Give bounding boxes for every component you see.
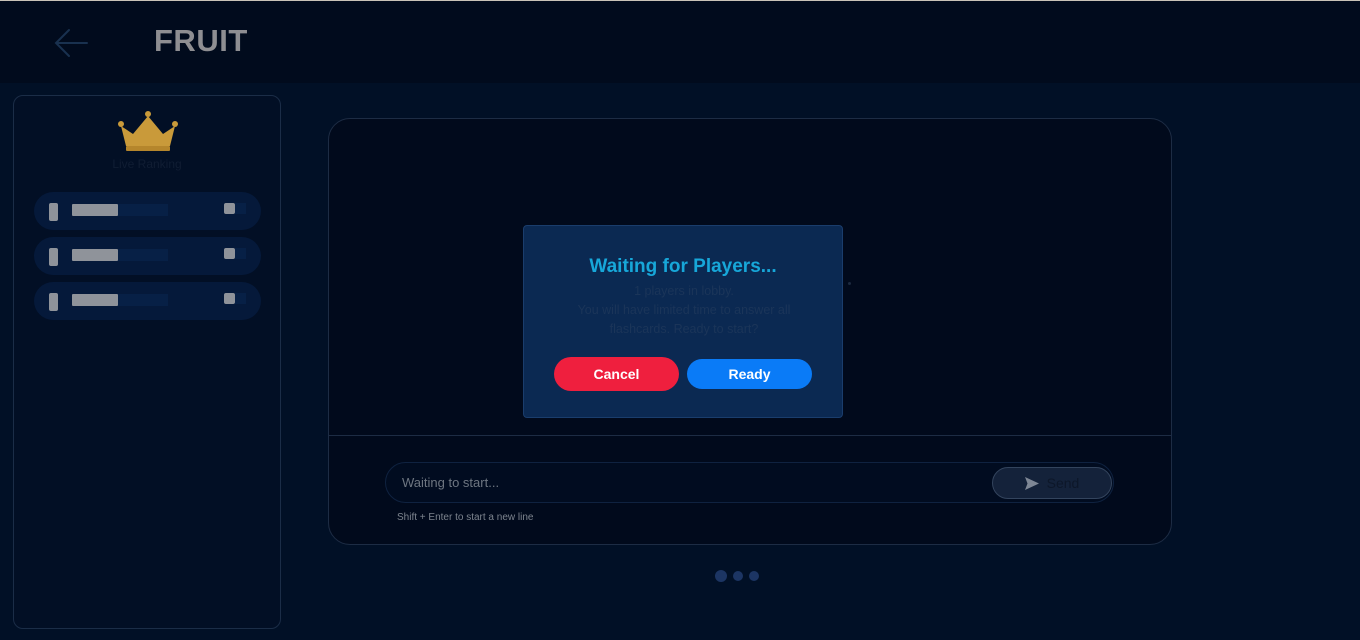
pagination-dots [715,570,759,582]
input-hint: Shift + Enter to start a new line [397,512,534,523]
ranking-label: Live Ranking [112,157,182,171]
cancel-button[interactable]: Cancel [554,357,679,391]
modal-message: 1 players in lobby. You will have limite… [554,282,814,339]
ranking-row [34,192,261,230]
rank-avatar [49,203,58,221]
modal-title: Waiting for Players... [589,256,777,277]
page-dot[interactable] [749,571,759,581]
rank-avatar [49,293,58,311]
crown-icon [118,111,178,151]
page-dot[interactable] [715,570,727,582]
modal-line: 1 players in lobby. [634,284,734,298]
rank-score-placeholder [224,203,235,214]
ranking-row [34,282,261,320]
loading-dot [848,282,851,285]
modal-line: You will have limited time to answer all [577,303,791,317]
modal-line: flashcards. Ready to start? [609,322,759,336]
chat-input-placeholder: Waiting to start... [402,475,500,490]
rank-score-bar [235,293,246,304]
arrow-left-icon [54,29,88,57]
rank-score-placeholder [224,293,235,304]
back-button[interactable] [52,27,90,59]
ranking-row [34,237,261,275]
rank-score-placeholder [224,248,235,259]
rank-avatar [49,248,58,266]
card-divider [329,435,1171,436]
rank-progress-bar [118,204,168,216]
ready-button[interactable]: Ready [687,359,812,389]
send-label: Send [1046,475,1080,491]
waiting-modal: Waiting for Players... 1 players in lobb… [523,225,843,418]
rank-progress-bar [118,294,168,306]
rank-score-bar [235,248,246,259]
rank-name-placeholder [72,249,118,261]
rank-progress-bar [118,249,168,261]
send-icon [1024,476,1039,490]
page-title: FRUIT [154,23,248,58]
rank-name-placeholder [72,204,118,216]
rank-score-bar [235,203,246,214]
page-dot[interactable] [733,571,743,581]
send-button[interactable]: Send [992,467,1112,499]
ranking-sidebar: Live Ranking [13,95,281,629]
rank-name-placeholder [72,294,118,306]
header-bar: FRUIT [0,1,1360,83]
